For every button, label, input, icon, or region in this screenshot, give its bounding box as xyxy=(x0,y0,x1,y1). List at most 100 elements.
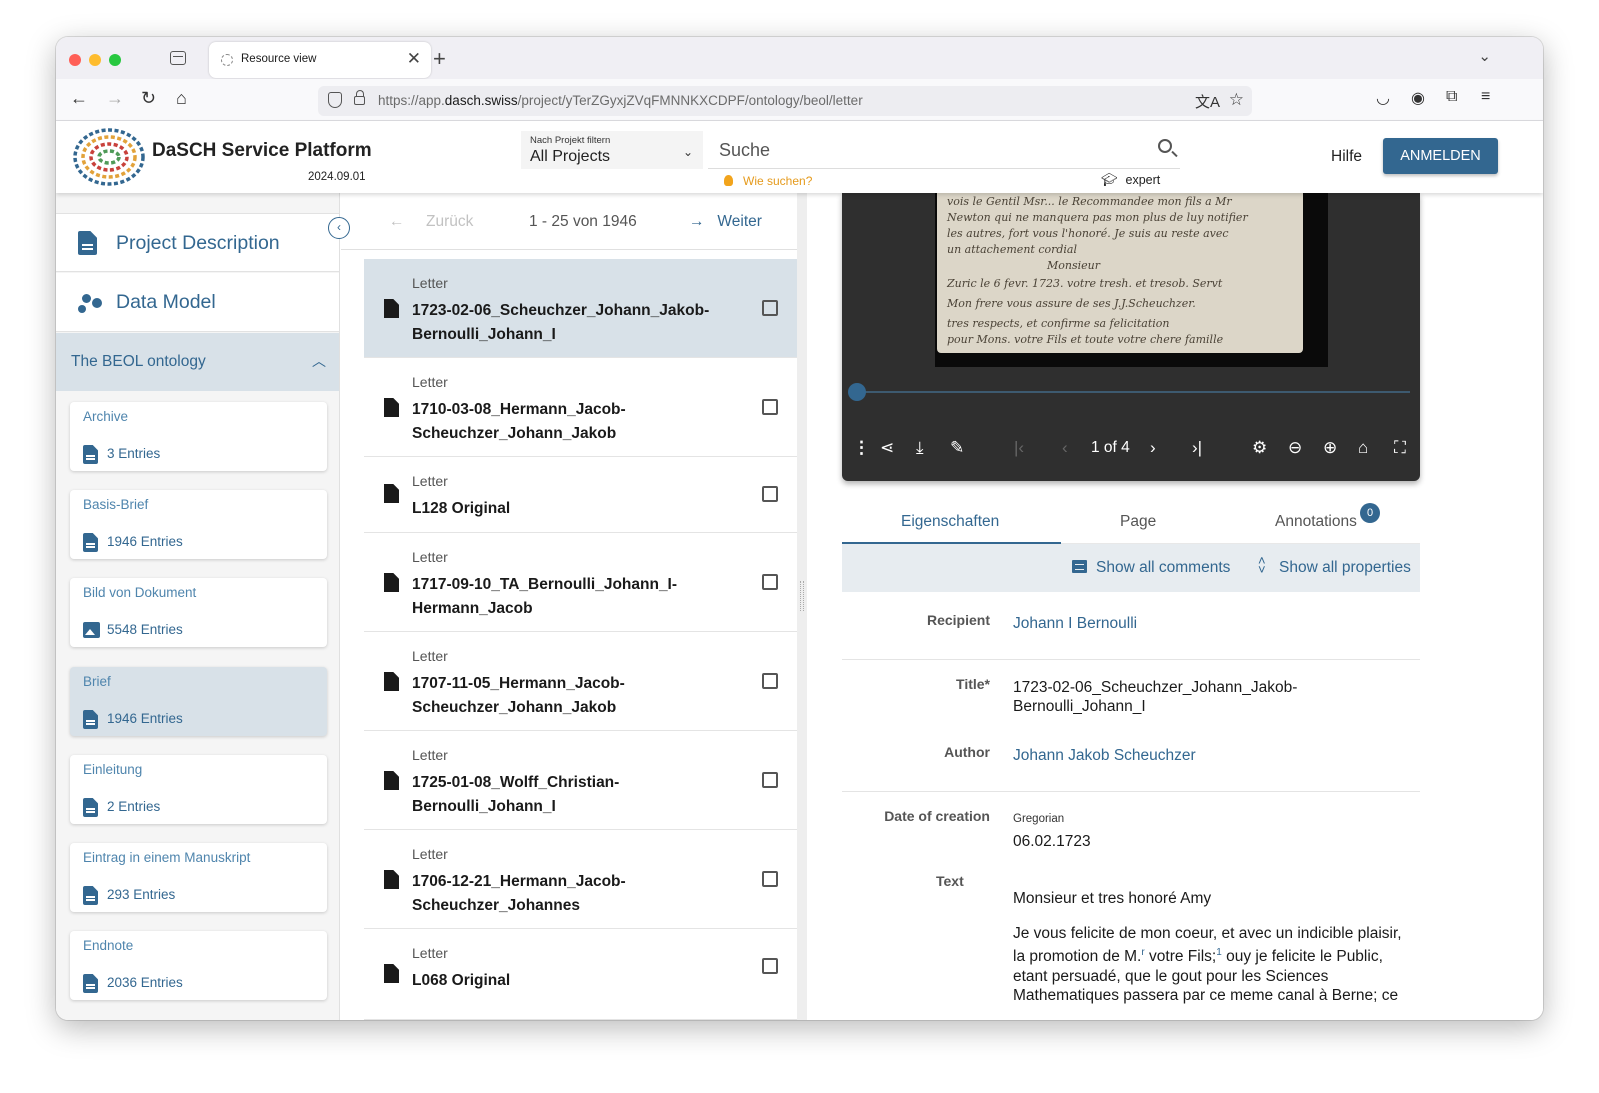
previous-page-icon[interactable]: ‹ xyxy=(1062,438,1068,458)
search-input[interactable]: Suche xyxy=(708,131,1180,169)
menu-icon[interactable]: ≡ xyxy=(1481,88,1490,106)
browser-tab[interactable]: Resource view ✕ xyxy=(209,42,431,78)
sidebar-item-data-model[interactable]: Data Model xyxy=(56,273,339,332)
row-checkbox[interactable] xyxy=(762,399,778,415)
new-tab-button[interactable]: + xyxy=(433,46,446,72)
translate-icon[interactable]: 文A xyxy=(1195,91,1220,112)
tab-eigenschaften[interactable]: Eigenschaften xyxy=(901,513,999,531)
class-card-brief[interactable]: Brief 1946 Entries xyxy=(70,667,327,736)
reload-icon[interactable]: ↻ xyxy=(141,88,156,109)
class-count: 3 Entries xyxy=(107,446,161,461)
forward-arrow-icon[interactable]: → xyxy=(106,88,124,109)
class-card-einleitung[interactable]: Einleitung 2 Entries xyxy=(70,755,327,824)
more-vert-icon[interactable]: ⋮ xyxy=(853,438,870,458)
navigation-bar: ← → ↻ ⌂ https://app.dasch.swiss/project/… xyxy=(56,79,1543,121)
home-view-icon[interactable]: ⌂ xyxy=(1358,438,1368,458)
brand-title[interactable]: DaSCH Service Platform xyxy=(152,140,372,162)
dasch-logo-icon[interactable] xyxy=(72,127,146,187)
row-checkbox[interactable] xyxy=(762,300,778,316)
resource-list: ← Zurück 1 - 25 von 1946 → Weiter Letter… xyxy=(341,193,797,1020)
letter-scan-image[interactable]: vois le Gentil Msr... le Recommandee mon… xyxy=(935,193,1328,367)
class-card-bild-von-dokument[interactable]: Bild von Dokument 5548 Entries xyxy=(70,578,327,647)
first-page-icon[interactable]: |‹ xyxy=(1014,438,1024,458)
date-value: 06.02.1723 xyxy=(1013,833,1091,850)
zoom-out-icon[interactable]: ⊖ xyxy=(1288,438,1302,458)
resource-type: Letter xyxy=(412,945,448,961)
account-icon[interactable]: ◉ xyxy=(1411,88,1425,108)
expert-search-link[interactable]: 🎓︎ expert xyxy=(1101,172,1160,188)
sidebar-item-project-description[interactable]: Project Description xyxy=(56,213,339,272)
row-checkbox[interactable] xyxy=(762,958,778,974)
previous-page-button[interactable]: ← Zurück xyxy=(389,213,473,231)
class-card-basis-brief[interactable]: Basis-Brief 1946 Entries xyxy=(70,490,327,559)
zoom-in-icon[interactable]: ⊕ xyxy=(1323,438,1337,458)
tab-title: Resource view xyxy=(241,53,317,65)
show-all-comments-button[interactable]: Show all comments xyxy=(1096,559,1230,577)
fullscreen-icon[interactable]: ⛶ xyxy=(1394,438,1406,458)
minimize-window-button[interactable] xyxy=(89,54,101,66)
project-filter-select[interactable]: Nach Projekt filtern All Projects ⌄ xyxy=(521,131,703,169)
back-arrow-icon[interactable]: ← xyxy=(70,88,88,109)
close-tab-icon[interactable]: ✕ xyxy=(407,49,421,69)
search-icon[interactable] xyxy=(1158,139,1172,153)
row-checkbox[interactable] xyxy=(762,673,778,689)
ontology-expander[interactable]: The BEOL ontology ︿ xyxy=(56,333,339,391)
share-icon[interactable]: ⋖ xyxy=(880,438,894,458)
lightbulb-icon xyxy=(724,175,733,186)
help-link[interactable]: Hilfe xyxy=(1331,148,1362,166)
last-page-icon[interactable]: ›| xyxy=(1192,438,1202,458)
edit-icon[interactable]: ✎ xyxy=(950,438,964,458)
file-icon xyxy=(384,964,399,983)
next-page-icon[interactable]: › xyxy=(1150,438,1156,458)
document-icon xyxy=(83,445,98,464)
list-item[interactable]: Letter 1725-01-08_Wolff_Christian-Bernou… xyxy=(364,731,797,830)
shield-icon[interactable] xyxy=(328,92,342,108)
collapse-sidebar-button[interactable]: ‹ xyxy=(328,217,350,239)
how-to-search-link[interactable]: Wie suchen? xyxy=(724,174,812,188)
class-count: 1946 Entries xyxy=(107,534,183,549)
close-window-button[interactable] xyxy=(69,54,81,66)
address-bar[interactable]: https://app.dasch.swiss/project/yTerZGyx… xyxy=(318,86,1252,116)
document-icon xyxy=(83,533,98,552)
author-link[interactable]: Johann Jakob Scheuchzer xyxy=(1013,746,1413,765)
url-text[interactable]: https://app.dasch.swiss/project/yTerZGyx… xyxy=(378,93,863,108)
page-slider-handle[interactable] xyxy=(848,383,866,401)
class-card-eintrag-manuskript[interactable]: Eintrag in einem Manuskript 293 Entries xyxy=(70,843,327,912)
row-checkbox[interactable] xyxy=(762,871,778,887)
row-checkbox[interactable] xyxy=(762,772,778,788)
calendar-label: Gregorian xyxy=(1013,813,1065,825)
list-item[interactable]: Letter 1707-11-05_Hermann_Jacob-Scheuchz… xyxy=(364,632,797,731)
list-item[interactable]: Letter 1723-02-06_Scheuchzer_Johann_Jako… xyxy=(364,259,797,358)
list-item[interactable]: Letter 1717-09-10_TA_Bernoulli_Johann_I-… xyxy=(364,533,797,632)
maximize-window-button[interactable] xyxy=(109,54,121,66)
document-icon xyxy=(83,710,98,729)
row-checkbox[interactable] xyxy=(762,574,778,590)
tab-annotations[interactable]: Annotations xyxy=(1275,513,1357,531)
class-card-endnote[interactable]: Endnote 2036 Entries xyxy=(70,931,327,1000)
tab-list-chevron-icon[interactable]: ⌄ xyxy=(1478,47,1491,65)
recipient-link[interactable]: Johann I Bernoulli xyxy=(1013,614,1413,633)
pocket-icon[interactable]: ◡ xyxy=(1376,88,1390,108)
list-item[interactable]: Letter 1706-12-21_Hermann_Jacob-Scheuchz… xyxy=(364,830,797,929)
next-page-button[interactable]: → Weiter xyxy=(689,213,762,231)
tab-page[interactable]: Page xyxy=(1120,513,1156,531)
list-item[interactable]: Letter L068 Original xyxy=(364,929,797,1020)
show-all-properties-button[interactable]: Show all properties xyxy=(1279,559,1411,577)
chevron-up-icon[interactable]: ︿ xyxy=(312,351,326,371)
list-item[interactable]: Letter 1710-03-08_Hermann_Jacob-Scheuchz… xyxy=(364,358,797,457)
favicon-icon xyxy=(221,54,233,66)
login-button[interactable]: ANMELDEN xyxy=(1383,138,1498,174)
pane-resize-handle[interactable] xyxy=(797,193,807,1020)
class-count: 1946 Entries xyxy=(107,711,183,726)
row-checkbox[interactable] xyxy=(762,486,778,502)
home-icon[interactable]: ⌂ xyxy=(176,88,187,109)
lock-icon[interactable] xyxy=(354,90,365,105)
bookmark-star-icon[interactable]: ☆ xyxy=(1229,90,1244,110)
tab-overview-icon[interactable] xyxy=(170,51,186,65)
extensions-icon[interactable]: ⧉ xyxy=(1446,88,1457,106)
download-icon[interactable]: ⤓ xyxy=(916,438,924,458)
list-item[interactable]: Letter L128 Original xyxy=(364,457,797,533)
page-slider[interactable] xyxy=(848,383,1410,401)
class-card-archive[interactable]: Archive 3 Entries xyxy=(70,402,327,471)
settings-icon[interactable]: ⚙ xyxy=(1252,438,1267,458)
